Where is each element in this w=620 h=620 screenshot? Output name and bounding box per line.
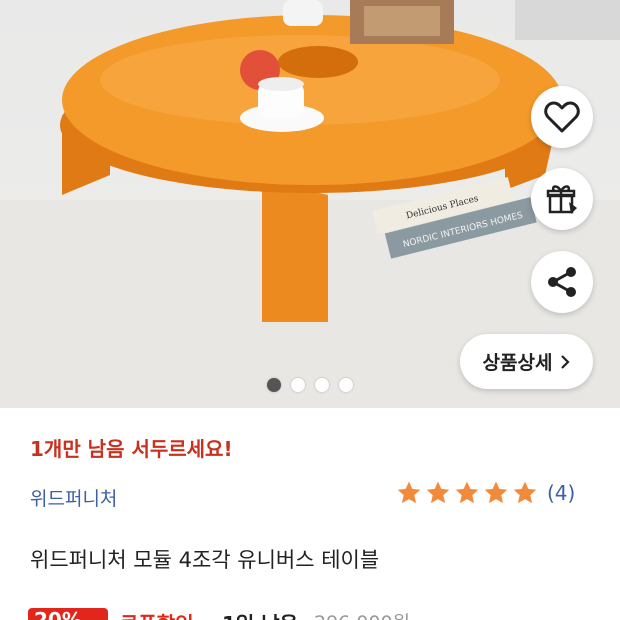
remaining-time: 1일 남음 bbox=[222, 608, 298, 620]
original-price: 296,000원 bbox=[314, 608, 410, 620]
star-icon bbox=[397, 481, 421, 504]
product-image-carousel[interactable]: NORDIC INTERIORS HOMES Delicious Places bbox=[0, 0, 620, 408]
wishlist-button[interactable] bbox=[531, 86, 593, 148]
carousel-dot[interactable] bbox=[291, 378, 305, 392]
share-icon bbox=[548, 267, 576, 297]
price-row: 20% 쿠폰할인 1일 남음 296,000원 bbox=[0, 600, 620, 620]
brand-link[interactable]: 위드퍼니처 bbox=[30, 484, 117, 511]
gift-button[interactable] bbox=[531, 168, 593, 230]
carousel-dot[interactable] bbox=[267, 378, 281, 392]
gift-icon bbox=[546, 185, 577, 214]
chevron-right-icon bbox=[561, 354, 571, 369]
carousel-indicator bbox=[0, 378, 620, 392]
carousel-dot[interactable] bbox=[315, 378, 329, 392]
carousel-dot[interactable] bbox=[339, 378, 353, 392]
star-icon bbox=[513, 481, 537, 504]
product-detail-label: 상품상세 bbox=[482, 352, 553, 374]
rating[interactable]: (4) bbox=[396, 480, 575, 506]
coupon-label: 쿠폰할인 bbox=[120, 608, 194, 620]
share-button[interactable] bbox=[531, 251, 593, 313]
heart-icon bbox=[544, 101, 580, 133]
star-icon bbox=[455, 481, 479, 504]
star-icon bbox=[426, 481, 450, 504]
review-count: (4) bbox=[547, 481, 576, 505]
discount-badge: 20% bbox=[28, 608, 108, 620]
product-title: 위드퍼니처 모듈 4조각 유니버스 테이블 bbox=[30, 548, 380, 572]
star-icon bbox=[484, 481, 508, 504]
stock-urgency-text: 1개만 남음 서두르세요! bbox=[30, 437, 233, 461]
